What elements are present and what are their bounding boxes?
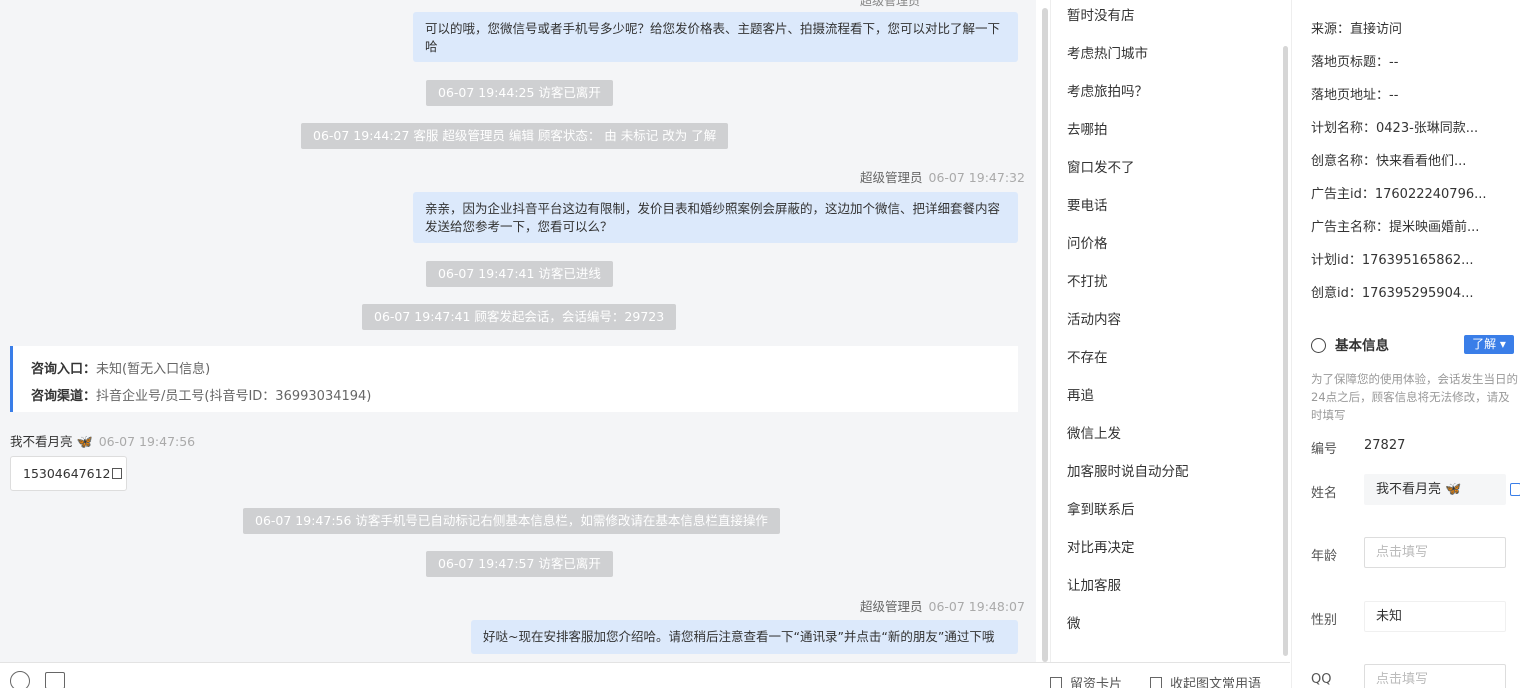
collapse-phrases-button[interactable]: 收起图文常用语 (1150, 673, 1261, 688)
system-notice: 06-07 19:47:41 顾客发起会话，会话编号：29723 (362, 304, 677, 330)
quick-reply-item[interactable]: 考虑热门城市 (1067, 42, 1148, 62)
gender-select[interactable]: 未知 (1364, 601, 1506, 632)
quick-reply-item[interactable]: 加客服时说自动分配 (1067, 460, 1189, 480)
number-value: 27827 (1364, 438, 1406, 453)
visitor-name: 我不看月亮 (10, 434, 73, 449)
quick-reply-item[interactable]: 对比再决定 (1067, 536, 1135, 556)
entry-label: 咨询入口： (31, 362, 97, 377)
system-notice: 06-07 19:47:56 访客手机号已自动标记右侧基本信息栏，如需修改请在基… (243, 508, 780, 534)
copy-icon[interactable] (112, 468, 123, 479)
composer-toolbar: 留资卡片 收起图文常用语 (0, 662, 1290, 688)
visitor-phone-card[interactable]: 15304647612 (10, 456, 127, 491)
channel-label: 咨询渠道： (31, 389, 97, 404)
age-input[interactable]: 点击填写 (1364, 537, 1506, 568)
message-meta: 超级管理员 06-07 19:48:07 (860, 596, 1025, 615)
landing-url-field: 落地页地址：-- (1311, 88, 1399, 103)
landing-title-field: 落地页标题：-- (1311, 55, 1399, 70)
qq-label: QQ (1311, 672, 1332, 687)
system-notice: 06-07 19:44:25 访客已离开 (426, 80, 613, 106)
number-label: 编号 (1311, 442, 1338, 457)
message-time: 06-07 19:47:56 (98, 434, 196, 449)
quick-reply-item[interactable]: 拿到联系后 (1067, 498, 1135, 518)
basic-info-title: 基本信息 (1311, 334, 1389, 354)
system-notice: 06-07 19:44:27 客服 超级管理员 编辑 顾客状态： 由 未标记 改… (301, 123, 729, 149)
emoji-icon[interactable] (10, 671, 30, 688)
message-time: 06-07 19:47:32 (928, 170, 1025, 185)
quick-reply-item[interactable]: 窗口发不了 (1067, 156, 1135, 176)
message-meta: 超级管理员 06-07 19:47:32 (860, 167, 1025, 186)
name-label: 姓名 (1311, 486, 1338, 501)
butterfly-icon: 🦋 (76, 435, 93, 450)
quick-reply-item[interactable]: 让加客服 (1067, 574, 1121, 594)
quick-reply-item[interactable]: 问价格 (1067, 232, 1108, 252)
visitor-phone: 15304647612 (23, 466, 111, 481)
gender-label: 性别 (1311, 613, 1338, 628)
agent-message: 可以的哦，您微信号或者手机号多少呢？给您发价格表、主题客片、拍摄流程看下，您可以… (413, 12, 1018, 62)
quick-reply-scrollbar[interactable] (1283, 46, 1288, 656)
sender-name-cut: 超级管理员 (860, 0, 921, 8)
agent-message: 好哒~现在安排客服加您介绍哈。请您稍后注意查看一下“通讯录”并点击“新的朋友”通… (471, 620, 1018, 654)
advertiser-name-field: 广告主名称：提米映画婚前... (1311, 220, 1480, 235)
chat-message-area[interactable]: 超级管理员 可以的哦，您微信号或者手机号多少呢？给您发价格表、主题客片、拍摄流程… (0, 0, 1036, 662)
age-label: 年龄 (1311, 549, 1338, 564)
customer-info-panel: 来源：直接访问 落地页标题：-- 落地页地址：-- 计划名称：0423-张琳同款… (1291, 0, 1520, 688)
card-icon (1050, 677, 1062, 688)
consult-entry-row: 咨询入口：未知(暂无入口信息) (31, 356, 1000, 383)
system-notice: 06-07 19:47:57 访客已离开 (426, 551, 613, 577)
name-value: 我不看月亮 (1376, 482, 1442, 497)
quick-reply-item[interactable]: 再追 (1067, 384, 1094, 404)
advertiser-id-field: 广告主id：176022240796... (1311, 187, 1487, 202)
sender-name: 超级管理员 (860, 599, 923, 614)
quick-reply-item[interactable]: 不打扰 (1067, 270, 1108, 290)
name-field[interactable]: 我不看月亮 🦋 (1364, 474, 1506, 505)
visitor-message-meta: 我不看月亮 🦋 06-07 19:47:56 (10, 431, 195, 450)
edit-icon[interactable] (1510, 483, 1520, 496)
caret-down-icon: ▾ (1499, 337, 1506, 351)
message-time: 06-07 19:48:07 (928, 599, 1025, 614)
plan-id-field: 计划id：176395165862... (1311, 253, 1474, 268)
status-dropdown[interactable]: 了解 ▾ (1464, 335, 1514, 354)
channel-value: 抖音企业号/员工号(抖音号ID：36993034194) (96, 389, 372, 404)
quick-reply-item[interactable]: 活动内容 (1067, 308, 1121, 328)
quick-reply-item[interactable]: 要电话 (1067, 194, 1108, 214)
leave-card-label: 留资卡片 (1070, 677, 1123, 688)
quick-reply-item[interactable]: 考虑旅拍吗？ (1067, 80, 1148, 100)
edit-notice: 为了保障您的使用体验，会话发生当日的24点之后，顾客信息将无法修改，请及时填写 (1311, 372, 1518, 422)
creative-name-field: 创意名称：快来看看他们... (1311, 154, 1467, 169)
basic-info-label: 基本信息 (1335, 338, 1389, 354)
image-icon[interactable] (45, 672, 65, 688)
consult-channel-row: 咨询渠道：抖音企业号/员工号(抖音号ID：36993034194) (31, 383, 1000, 410)
quick-reply-list: 暂时没有店 考虑热门城市 考虑旅拍吗？ 去哪拍 窗口发不了 要电话 问价格 不打… (1050, 0, 1290, 662)
creative-id-field: 创意id：176395295904... (1311, 286, 1474, 301)
butterfly-icon: 🦋 (1445, 482, 1462, 497)
quick-reply-item[interactable]: 微信上发 (1067, 422, 1121, 442)
leave-card-button[interactable]: 留资卡片 (1050, 673, 1122, 688)
sender-name: 超级管理员 (860, 170, 923, 185)
entry-value: 未知(暂无入口信息) (96, 362, 211, 377)
user-icon (1311, 338, 1326, 353)
collapse-phrases-label: 收起图文常用语 (1170, 677, 1262, 688)
chat-scrollbar[interactable] (1042, 8, 1048, 662)
quick-reply-item[interactable]: 不存在 (1067, 346, 1108, 366)
consult-info-card: 咨询入口：未知(暂无入口信息) 咨询渠道：抖音企业号/员工号(抖音号ID：369… (10, 346, 1018, 412)
quick-reply-item[interactable]: 微 (1067, 612, 1081, 632)
quick-reply-item[interactable]: 去哪拍 (1067, 118, 1108, 138)
source-field: 来源：直接访问 (1311, 22, 1403, 37)
qq-input[interactable]: 点击填写 (1364, 664, 1506, 688)
quick-reply-item[interactable]: 暂时没有店 (1067, 4, 1135, 24)
chat-workspace: 超级管理员 可以的哦，您微信号或者手机号多少呢？给您发价格表、主题客片、拍摄流程… (0, 0, 1520, 688)
phrases-icon (1150, 677, 1162, 688)
agent-message: 亲亲，因为企业抖音平台这边有限制，发价目表和婚纱照案例会屏蔽的，这边加个微信、把… (413, 192, 1018, 243)
system-notice: 06-07 19:47:41 访客已进线 (426, 261, 613, 287)
status-dropdown-label: 了解 (1472, 337, 1497, 351)
plan-name-field: 计划名称：0423-张琳同款... (1311, 121, 1479, 136)
